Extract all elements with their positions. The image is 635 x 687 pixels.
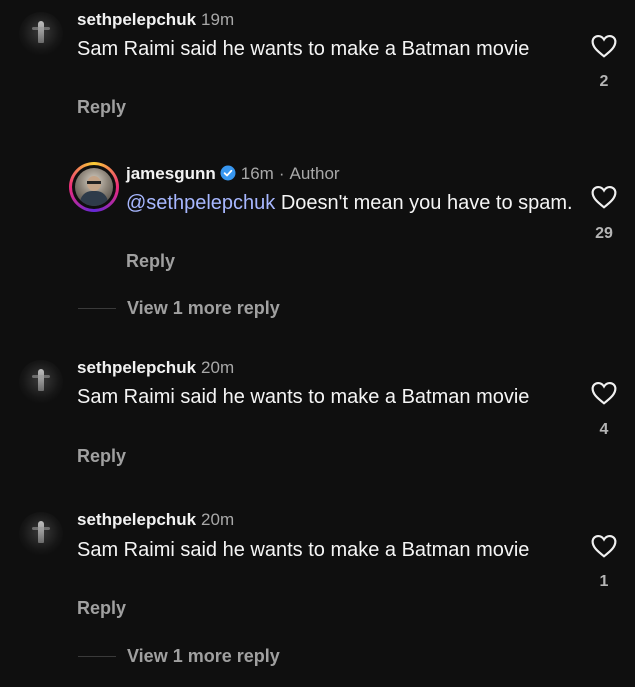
username[interactable]: sethpelepchuk — [77, 10, 196, 29]
reply-button[interactable]: Reply — [77, 97, 126, 118]
heart-outline-icon[interactable] — [591, 34, 617, 58]
username[interactable]: sethpelepchuk — [77, 510, 196, 529]
comment-header: sethpelepchuk 20m — [77, 358, 234, 378]
like-count: 29 — [595, 225, 613, 242]
reply-button[interactable]: Reply — [77, 446, 126, 467]
heart-outline-icon[interactable] — [591, 534, 617, 558]
comment-text: Sam Raimi said he wants to make a Batman… — [77, 386, 530, 408]
reply-button[interactable]: Reply — [126, 251, 175, 272]
verified-badge-icon — [220, 165, 236, 181]
heart-outline-icon[interactable] — [591, 185, 617, 209]
timestamp: 16m — [240, 164, 274, 183]
avatar[interactable] — [19, 360, 63, 404]
view-more-replies-button[interactable]: View 1 more reply — [127, 298, 280, 319]
timestamp: 19m — [201, 10, 235, 29]
timestamp: 20m — [201, 358, 235, 377]
comment-text: @sethpelepchuk Doesn't mean you have to … — [126, 191, 576, 216]
avatar[interactable] — [19, 512, 63, 556]
like-count: 1 — [599, 573, 609, 590]
comment-text: Sam Raimi said he wants to make a Batman… — [77, 539, 530, 561]
username[interactable]: sethpelepchuk — [77, 358, 196, 377]
separator-dot: · — [278, 164, 285, 183]
like-count: 2 — [599, 73, 609, 90]
comment-header: sethpelepchuk 19m — [77, 10, 234, 30]
comment-header: sethpelepchuk 20m — [77, 510, 234, 530]
comment-body: Doesn't mean you have to spam. — [275, 192, 573, 214]
comment-header: jamesgunn 16m · Author — [126, 164, 340, 184]
author-label: Author — [289, 164, 340, 183]
avatar[interactable] — [19, 12, 63, 56]
comment-text: Sam Raimi said he wants to make a Batman… — [77, 38, 530, 60]
heart-outline-icon[interactable] — [591, 381, 617, 405]
avatar-story-ring[interactable] — [69, 162, 119, 212]
avatar — [75, 168, 113, 206]
view-more-replies-button[interactable]: View 1 more reply — [127, 646, 280, 667]
mention-link[interactable]: @sethpelepchuk — [126, 192, 275, 214]
timestamp: 20m — [201, 510, 235, 529]
like-count: 4 — [599, 421, 609, 438]
reply-button[interactable]: Reply — [77, 598, 126, 619]
username[interactable]: jamesgunn — [126, 164, 216, 183]
view-more-divider — [78, 308, 116, 309]
view-more-divider — [78, 656, 116, 657]
